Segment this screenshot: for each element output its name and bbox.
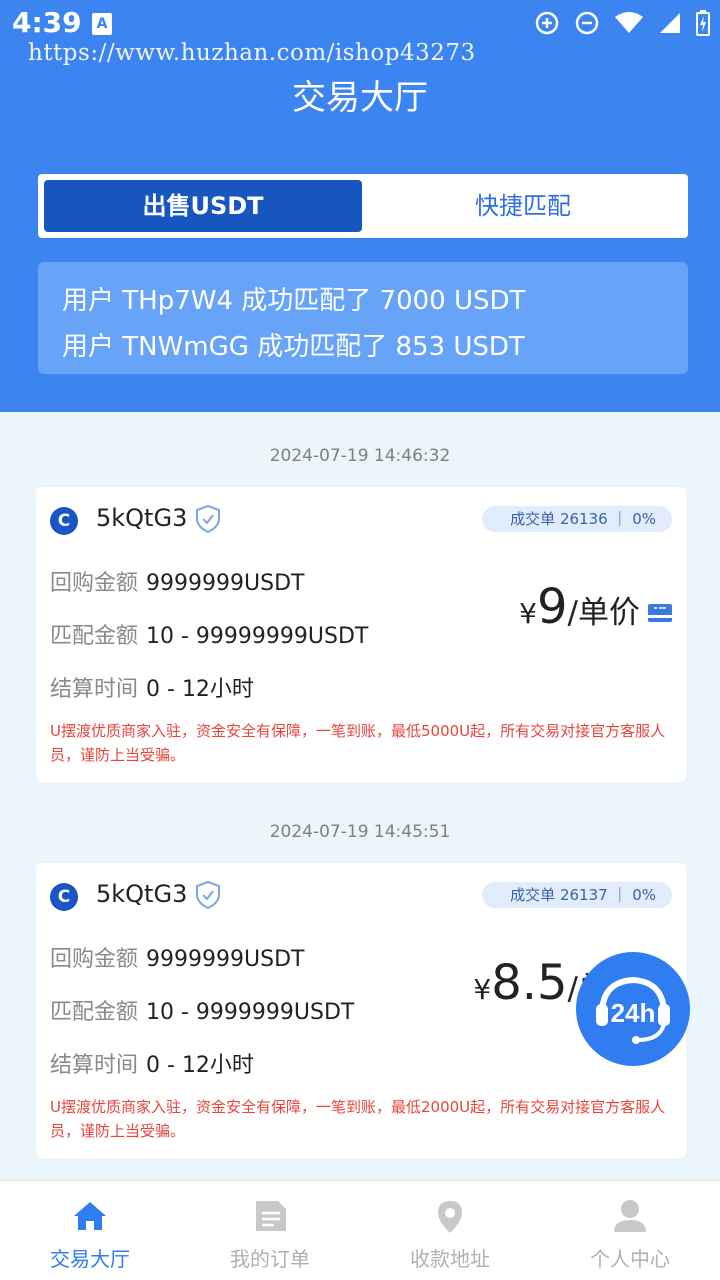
tab-quick-match[interactable]: 快捷匹配: [364, 180, 682, 232]
nav-label: 我的订单: [230, 1247, 310, 1271]
risk-disclaimer: U摆渡优质商家入驻，资金安全有保障，一笔到账，最低2000U起，所有交易对接官方…: [50, 1098, 666, 1140]
verified-shield-icon: [196, 880, 220, 910]
nav-label: 个人中心: [590, 1247, 670, 1271]
price-unit: /单价: [567, 595, 640, 631]
match-notice-panel: 用户 THp7W4 成功匹配了 7000 USDT 用户 TNWmGG 成功匹配…: [38, 262, 688, 374]
match-amount-value: 10 - 9999999USDT: [146, 1000, 355, 1025]
settle-time-label: 结算时间: [50, 1053, 139, 1078]
deal-count-badge: 成交单 26137 ｜ 0%: [482, 882, 672, 908]
bank-card-icon: [648, 604, 672, 622]
document-icon: [256, 1201, 286, 1231]
buyback-value: 9999999USDT: [146, 571, 305, 596]
nav-item-trade-hall[interactable]: 交易大厅: [0, 1181, 180, 1280]
status-icons: [534, 10, 710, 36]
battery-icon: [696, 10, 710, 36]
settle-time-value: 0 - 12小时: [146, 1053, 254, 1078]
listing-timestamp: 2024-07-19 14:46:32: [269, 446, 451, 466]
page-title: 交易大厅: [292, 78, 428, 118]
match-amount-label: 匹配金额: [50, 1000, 139, 1025]
nav-label: 收款地址: [410, 1247, 490, 1271]
nav-item-my-orders[interactable]: 我的订单: [180, 1181, 360, 1280]
buyback-value: 9999999USDT: [146, 947, 305, 972]
nav-label: 交易大厅: [50, 1247, 130, 1271]
do-not-disturb-icon: [575, 11, 599, 35]
home-icon: [74, 1202, 106, 1230]
location-pin-icon: [438, 1201, 462, 1233]
settle-time-row: 结算时间 0 - 12小时: [50, 671, 254, 703]
notice-line: 用户 TNWmGG 成功匹配了 853 USDT: [62, 332, 525, 362]
status-time: 4:39: [12, 6, 82, 39]
match-amount-label: 匹配金额: [50, 624, 139, 649]
listing-timestamp: 2024-07-19 14:45:51: [269, 822, 451, 842]
risk-disclaimer: U摆渡优质商家入驻，资金安全有保障，一笔到账，最低5000U起，所有交易对接官方…: [50, 722, 666, 764]
watermark-url: https://www.huzhan.com/ishop43273: [28, 40, 476, 66]
notice-line: 用户 THp7W4 成功匹配了 7000 USDT: [62, 286, 526, 316]
notification-app-icon: A: [92, 13, 112, 35]
match-amount-row: 匹配金额 10 - 99999999USDT: [50, 618, 368, 650]
coin-icon: C: [50, 507, 78, 535]
header-banner: 4:39 A https://www.huzhan.com/ishop43273…: [0, 0, 720, 412]
price-value: 9: [537, 579, 568, 635]
currency-symbol: ¥: [473, 973, 492, 1006]
match-amount-row: 匹配金额 10 - 9999999USDT: [50, 994, 354, 1026]
settle-time-label: 结算时间: [50, 677, 139, 702]
match-amount-value: 10 - 99999999USDT: [146, 624, 369, 649]
buyback-label: 回购金额: [50, 571, 139, 596]
currency-symbol: ¥: [519, 597, 537, 630]
unit-price: ¥9/单价: [519, 579, 640, 635]
customer-support-button[interactable]: 24h: [576, 952, 690, 1066]
nav-item-payment-address[interactable]: 收款地址: [360, 1181, 540, 1280]
support-label: 24h: [611, 998, 656, 1028]
buyback-label: 回购金额: [50, 947, 139, 972]
verified-shield-icon: [196, 504, 220, 534]
signal-icon: [660, 13, 680, 33]
wifi-icon: [615, 12, 643, 33]
tab-sell-usdt[interactable]: 出售USDT: [44, 180, 362, 232]
bottom-nav: 交易大厅 我的订单 收款地址 个人中心: [0, 1180, 720, 1280]
listing-card[interactable]: C 5kQtG3 成交单 26136 ｜ 0% 回购金额 9999999USDT …: [36, 487, 686, 782]
merchant-name: 5kQtG3: [96, 880, 188, 908]
nav-item-profile[interactable]: 个人中心: [540, 1181, 720, 1280]
deal-count-badge: 成交单 26136 ｜ 0%: [482, 506, 672, 532]
data-saver-icon: [535, 11, 559, 35]
buyback-row: 回购金额 9999999USDT: [50, 941, 304, 973]
trade-tabs: 出售USDT 快捷匹配: [38, 174, 688, 238]
settle-time-value: 0 - 12小时: [146, 677, 254, 702]
user-icon: [614, 1200, 646, 1232]
buyback-row: 回购金额 9999999USDT: [50, 565, 304, 597]
merchant-name: 5kQtG3: [96, 504, 188, 532]
settle-time-row: 结算时间 0 - 12小时: [50, 1047, 254, 1079]
price-value: 8.5: [491, 955, 568, 1011]
coin-icon: C: [50, 883, 78, 911]
headset-24h-icon: 24h: [596, 976, 670, 1044]
